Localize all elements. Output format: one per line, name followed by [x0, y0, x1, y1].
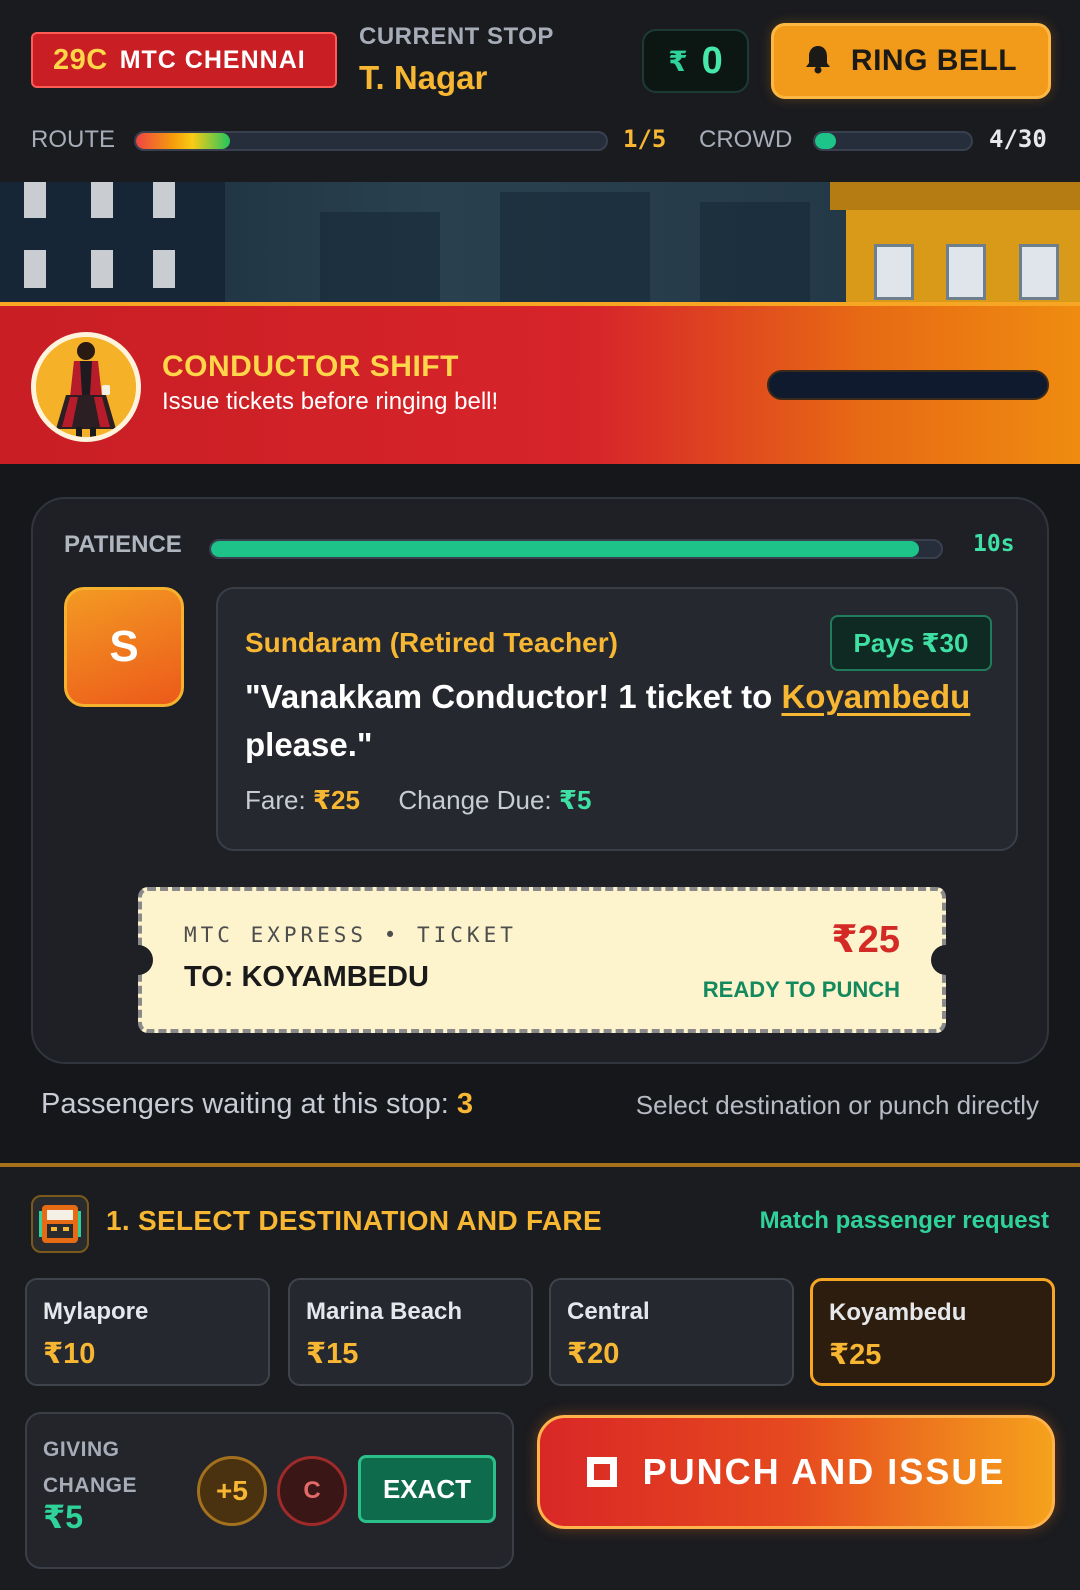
building-window — [24, 250, 46, 288]
ticket-notch — [123, 945, 153, 975]
destination-name: Marina Beach — [306, 1298, 463, 1325]
passenger-speech-card: Sundaram (Retired Teacher) Pays ₹30 "Van… — [216, 587, 1018, 851]
destination-price: ₹15 — [306, 1338, 359, 1370]
exact-change-button[interactable]: EXACT — [358, 1455, 496, 1523]
conductor-illustration — [36, 337, 136, 437]
waiting-passengers: Passengers waiting at this stop: 3 — [41, 1088, 473, 1121]
destination-koyambedu[interactable]: Koyambedu ₹25 — [810, 1278, 1055, 1386]
ticket-notch — [931, 945, 961, 975]
add-five-coin-button[interactable]: +5 — [197, 1456, 267, 1526]
building-silhouette — [700, 202, 810, 302]
building-window — [91, 250, 113, 288]
building-roof — [830, 182, 1080, 210]
shift-timer-bar — [767, 370, 1049, 400]
ticket-destination: TO: KOYAMBEDU — [184, 961, 429, 993]
waiting-label: Passengers waiting at this stop: — [41, 1088, 449, 1120]
destination-name: Koyambedu — [829, 1299, 967, 1326]
operator-name: MTC CHENNAI — [119, 45, 306, 74]
ticket-header: MTC EXPRESS • TICKET — [184, 923, 517, 947]
current-stop-label: CURRENT STOP — [359, 23, 554, 50]
building-silhouette — [320, 212, 440, 302]
banner-subtitle: Issue tickets before ringing bell! — [162, 388, 499, 415]
destination-name: Central — [567, 1298, 650, 1325]
patience-time: 10s — [973, 531, 1015, 557]
patience-label: PATIENCE — [64, 531, 182, 558]
bell-icon — [805, 44, 831, 79]
earnings-value: 0 — [701, 39, 723, 82]
passenger-name: Sundaram (Retired Teacher) — [245, 627, 618, 658]
conductor-banner: CONDUCTOR SHIFT Issue tickets before rin… — [0, 302, 1080, 464]
fare-value: ₹25 — [312, 785, 360, 815]
ticket-machine-icon — [31, 1195, 89, 1253]
change-value: ₹5 — [43, 1499, 84, 1535]
ticket-preview[interactable]: MTC EXPRESS • TICKET TO: KOYAMBEDU ₹25 R… — [123, 887, 961, 1033]
destination-mylapore[interactable]: Mylapore ₹10 — [25, 1278, 270, 1386]
building-window — [24, 182, 46, 218]
crowd-label: CROWD — [699, 126, 793, 153]
quote-destination: Koyambedu — [781, 678, 971, 715]
conductor-avatar — [31, 332, 141, 442]
route-label: ROUTE — [31, 126, 115, 153]
ring-bell-button[interactable]: RING BELL — [771, 23, 1051, 99]
building-silhouette — [500, 192, 650, 302]
route-number: 29C — [53, 43, 108, 76]
banner-title: CONDUCTOR SHIFT — [162, 350, 459, 383]
ticket-price: ₹25 — [831, 919, 900, 961]
destination-price: ₹10 — [43, 1338, 96, 1370]
building-window — [874, 244, 914, 300]
route-progress-fill — [136, 133, 230, 149]
change-panel: GIVING CHANGE ₹5 +5 C EXACT — [25, 1412, 514, 1569]
destination-section-hint: Match passenger request — [759, 1207, 1049, 1234]
rupee-icon: ₹ — [668, 45, 688, 77]
patience-fill — [211, 541, 920, 557]
fare-label: Fare: — [245, 785, 306, 815]
route-count: 1/5 — [623, 125, 667, 153]
waiting-count: 3 — [456, 1088, 474, 1120]
quote-start: "Vanakkam Conductor! 1 ticket to — [245, 678, 782, 715]
current-stop-name: T. Nagar — [359, 59, 488, 96]
earnings-display: ₹ 0 — [642, 29, 749, 93]
change-due-label: Change Due: — [398, 785, 552, 815]
route-progress-bar — [134, 131, 608, 151]
street-scenery — [0, 182, 1080, 302]
destination-marina-beach[interactable]: Marina Beach ₹15 — [288, 1278, 533, 1386]
ticket-status: READY TO PUNCH — [702, 977, 900, 1002]
building-window — [153, 182, 175, 218]
destination-central[interactable]: Central ₹20 — [549, 1278, 794, 1386]
destination-name: Mylapore — [43, 1298, 149, 1325]
building-window — [153, 250, 175, 288]
destination-price: ₹25 — [829, 1339, 882, 1371]
passenger-avatar: S — [64, 587, 184, 707]
crowd-count: 4/30 — [989, 125, 1047, 153]
crowd-progress-bar — [813, 131, 973, 151]
building-window — [1019, 244, 1059, 300]
destination-section-title: 1. SELECT DESTINATION AND FARE — [106, 1205, 602, 1236]
punch-square-icon — [586, 1457, 617, 1487]
clear-change-button[interactable]: C — [277, 1456, 347, 1526]
destination-price: ₹20 — [567, 1338, 620, 1370]
pays-badge: Pays ₹30 — [830, 615, 992, 671]
building-window — [946, 244, 986, 300]
passenger-quote: "Vanakkam Conductor! 1 ticket to Koyambe… — [245, 673, 985, 769]
ring-bell-label: RING BELL — [850, 44, 1018, 77]
control-panel: 1. SELECT DESTINATION AND FARE Match pas… — [0, 1163, 1080, 1590]
patience-bar — [209, 539, 943, 559]
passenger-panel: PATIENCE 10s S Sundaram (Retired Teacher… — [31, 497, 1049, 1064]
building-window — [91, 182, 113, 218]
quote-end: please." — [245, 726, 373, 763]
action-hint: Select destination or punch directly — [635, 1090, 1039, 1120]
fare-info: Fare: ₹25 Change Due: ₹5 — [245, 785, 591, 816]
change-due-value: ₹5 — [558, 785, 592, 815]
crowd-progress-fill — [815, 133, 836, 149]
top-hud: 29C MTC CHENNAI CURRENT STOP T. Nagar ₹ … — [0, 0, 1080, 182]
punch-label: PUNCH AND ISSUE — [642, 1451, 1006, 1492]
route-badge: 29C MTC CHENNAI — [31, 32, 337, 88]
punch-and-issue-button[interactable]: PUNCH AND ISSUE — [537, 1415, 1055, 1529]
change-label: GIVING CHANGE — [43, 1438, 138, 1497]
